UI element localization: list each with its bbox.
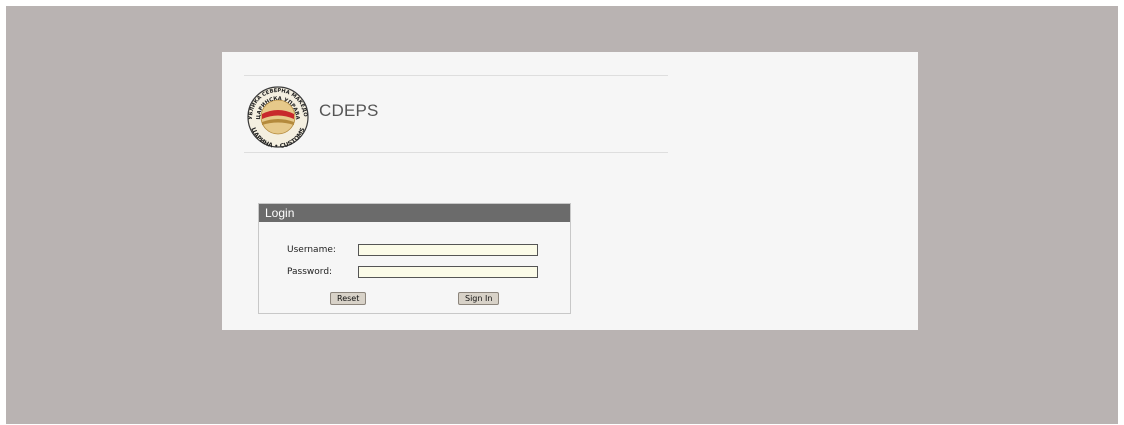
app-title: CDEPS xyxy=(319,101,379,120)
username-label: Username: xyxy=(287,245,336,255)
sign-in-button[interactable]: Sign In xyxy=(458,292,500,305)
login-form: Login Username: Password: Reset Sign In xyxy=(258,203,571,314)
header-divider-top xyxy=(244,75,668,76)
username-input[interactable] xyxy=(358,244,538,256)
login-header: Login xyxy=(259,204,570,222)
customs-logo: РЕПУБЛИКА СЕВЕРНА МАКЕДОНИЈА ЦАРИНСКА УП… xyxy=(244,84,309,148)
password-label: Password: xyxy=(287,267,333,277)
reset-button[interactable]: Reset xyxy=(330,292,367,305)
header-divider-bottom xyxy=(244,152,668,153)
password-input[interactable] xyxy=(358,266,538,278)
